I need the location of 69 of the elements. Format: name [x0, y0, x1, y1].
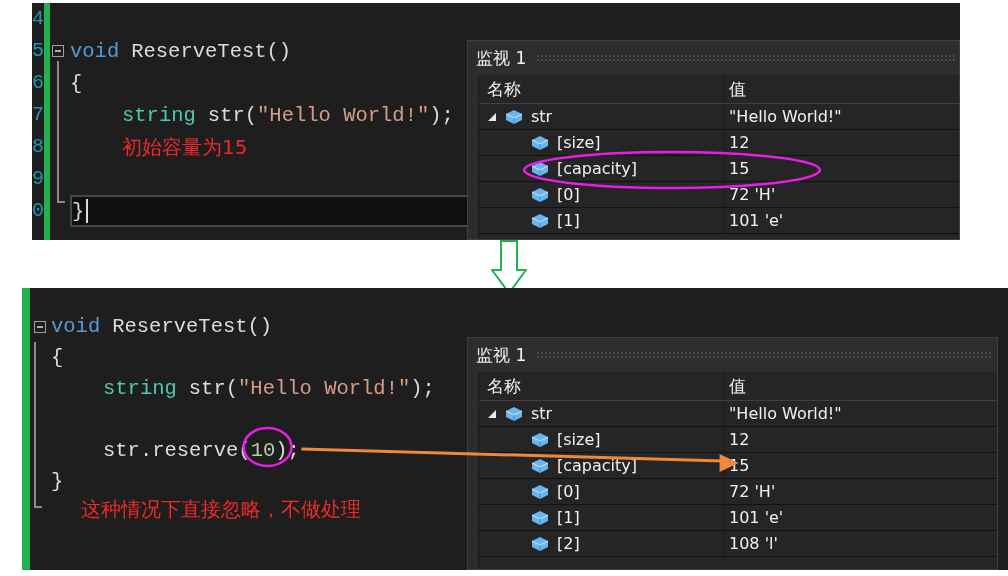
variable-value: 101 'e': [729, 211, 784, 230]
line-number: 6: [32, 70, 44, 96]
cube-icon: [531, 457, 549, 474]
variable-value: 108 'l': [729, 534, 778, 553]
code-token: 10: [250, 439, 276, 462]
watch-title: 监视 1: [476, 46, 527, 70]
column-header[interactable]: 值: [725, 372, 997, 400]
watch-title: 监视 1: [476, 343, 527, 367]
variable-value: 72 'H': [729, 185, 776, 204]
expand-triangle-icon[interactable]: [487, 111, 497, 122]
variable-name: [size]: [557, 133, 601, 152]
variable-name: [1]: [557, 211, 580, 230]
code-token: );: [429, 103, 454, 127]
variable-name: [0]: [557, 185, 580, 204]
variable-name: str: [531, 404, 553, 423]
annotation-text: 初始容量为15: [122, 133, 248, 161]
variable-value: 12: [729, 430, 750, 449]
code-token: );: [410, 377, 435, 400]
code-token: void: [51, 315, 101, 338]
code-token: ReserveTest(): [131, 39, 292, 63]
code-token: "Hello World!": [238, 377, 411, 400]
variable-value: 15: [729, 159, 750, 178]
column-header[interactable]: 值: [725, 75, 959, 103]
collapse-icon[interactable]: [52, 45, 64, 57]
code-token: {: [70, 71, 83, 95]
cube-icon: [531, 134, 549, 151]
variable-name: [capacity]: [557, 159, 638, 178]
code-token: string: [103, 377, 177, 400]
variable-name: str: [531, 107, 553, 126]
variable-value: 12: [729, 133, 750, 152]
cube-icon: [531, 483, 549, 500]
line-number: 8: [32, 134, 44, 160]
variable-value: 72 'H': [729, 482, 776, 501]
code-token: ReserveTest(): [112, 315, 273, 338]
code-token: "Hello World!": [257, 103, 430, 127]
line-number: 5: [32, 38, 44, 64]
text-cursor: [86, 199, 89, 223]
code-token: str(: [207, 103, 258, 127]
cube-icon: [505, 108, 523, 125]
code-token: {: [51, 346, 64, 369]
code-token: string: [122, 103, 196, 127]
line-number: 7: [32, 102, 44, 128]
annotation-text: 这种情况下直接忽略，不做处理: [81, 495, 361, 523]
code-token: void: [70, 39, 120, 63]
variable-name: [2]: [557, 534, 580, 553]
code-token: }: [72, 199, 85, 223]
cube-icon: [531, 160, 549, 177]
expand-triangle-icon[interactable]: [487, 408, 497, 419]
variable-value: 101 'e': [729, 508, 784, 527]
cube-icon: [531, 535, 549, 552]
cube-icon: [531, 509, 549, 526]
code-token: }: [51, 470, 64, 493]
line-number: 9: [32, 166, 44, 192]
cube-icon: [531, 186, 549, 203]
variable-name: [0]: [557, 482, 580, 501]
cube-icon: [505, 405, 523, 422]
cube-icon: [531, 212, 549, 229]
column-header[interactable]: 名称: [479, 75, 725, 103]
variable-name: [capacity]: [557, 456, 638, 475]
variable-name: [1]: [557, 508, 580, 527]
code-token: str(: [188, 377, 239, 400]
cube-icon: [531, 431, 549, 448]
line-number: 4: [32, 6, 44, 32]
variable-value: "Hello World!": [729, 404, 842, 423]
line-number: 0: [32, 198, 44, 224]
column-header[interactable]: 名称: [479, 372, 725, 400]
collapse-icon[interactable]: [34, 321, 46, 333]
variable-name: [size]: [557, 430, 601, 449]
variable-value: "Hello World!": [729, 107, 842, 126]
